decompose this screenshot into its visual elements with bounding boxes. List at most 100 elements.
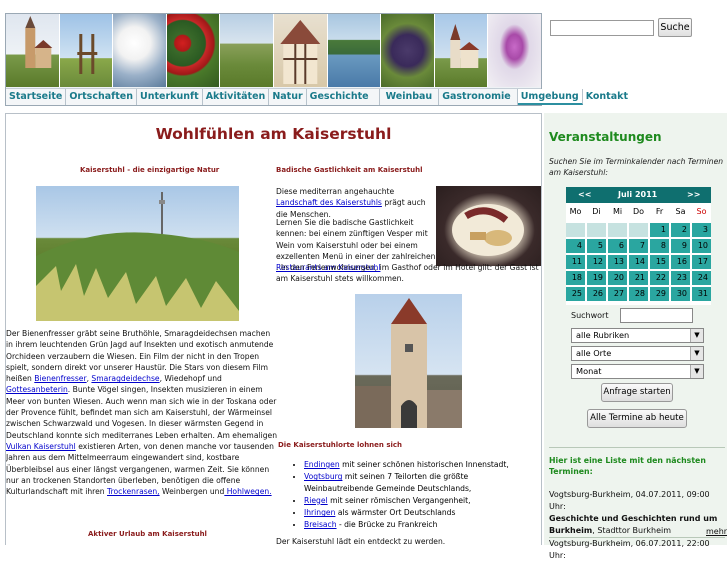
zeitraum-select[interactable]: Monat ▼ xyxy=(571,364,704,379)
orte-select-value: alle Orte xyxy=(576,348,612,358)
calendar-weekday: Mo xyxy=(569,207,582,216)
anfrage-starten-button[interactable]: Anfrage starten xyxy=(601,383,673,402)
calendar-day[interactable]: 15 xyxy=(650,255,669,269)
calendar-day[interactable]: 11 xyxy=(566,255,585,269)
photo-chapel xyxy=(434,14,489,87)
link-trockenrasen[interactable]: Trockenrasen, xyxy=(107,487,160,496)
calendar-day[interactable]: 7 xyxy=(629,239,648,253)
calendar-day[interactable]: 29 xyxy=(650,287,669,301)
calendar-prev-month[interactable]: << xyxy=(578,190,591,199)
calendar-day[interactable]: 22 xyxy=(650,271,669,285)
link-vogtsburg[interactable]: Vogtsburg xyxy=(304,472,342,481)
photo-chair xyxy=(59,14,114,87)
natur-paragraph: Der Bienenfresser gräbt seine Bruthöhle,… xyxy=(6,329,278,497)
chevron-down-icon: ▼ xyxy=(690,347,703,360)
sidebar-divider xyxy=(549,447,725,448)
main-content: Wohlfühlen am Kaiserstuhl Kaiserstuhl - … xyxy=(5,113,542,545)
photo-kaiserstuhl-landscape xyxy=(36,186,239,321)
calendar-day[interactable]: 18 xyxy=(566,271,585,285)
nav-aktivitaeten[interactable]: Aktivitäten xyxy=(203,89,270,105)
calendar-next-month[interactable]: >> xyxy=(687,190,700,199)
calendar-day[interactable]: 24 xyxy=(692,271,711,285)
calendar-day[interactable]: 28 xyxy=(629,287,648,301)
calendar-day[interactable]: 13 xyxy=(608,255,627,269)
rubrik-select[interactable]: alle Rubriken ▼ xyxy=(571,328,704,343)
header-banner: Startseite Ortschaften Unterkunft Aktivi… xyxy=(5,13,628,106)
link-smaragdeidechse[interactable]: Smaragdeidechse xyxy=(91,374,159,383)
event-item: Vogtsburg-Burkheim, 04.07.2011, 09:00 Uh… xyxy=(549,490,718,535)
photo-church xyxy=(6,14,60,87)
calendar-day[interactable]: 25 xyxy=(566,287,585,301)
calendar-day[interactable]: 2 xyxy=(671,223,690,237)
calendar-day[interactable]: 20 xyxy=(608,271,627,285)
calendar-day[interactable]: 19 xyxy=(587,271,606,285)
section-heading-gastlichkeit: Badische Gastlichkeit am Kaiserstuhl xyxy=(276,166,423,174)
termine-list-heading: Hier ist eine Liste mit den nächsten Ter… xyxy=(549,456,706,476)
calendar-weekday: So xyxy=(696,207,707,216)
calendar-day[interactable]: 31 xyxy=(692,287,711,301)
photo-timbered-house xyxy=(273,14,328,87)
suchwort-input[interactable] xyxy=(620,308,693,323)
link-breisach[interactable]: Breisach xyxy=(304,520,337,529)
photo-grapes xyxy=(381,14,435,87)
nav-weinbau[interactable]: Weinbau xyxy=(380,89,440,105)
orte-select[interactable]: alle Orte ▼ xyxy=(571,346,704,361)
calendar-day[interactable]: 6 xyxy=(608,239,627,253)
gastlichkeit-paragraph-cont: . In den Ferienwohnungen, im Gasthof ode… xyxy=(276,263,539,284)
list-item: Ihringen als wärmster Ort Deutschlands xyxy=(304,507,540,518)
calendar-weekday: Di xyxy=(592,207,601,216)
link-vulkan-kaiserstuhl[interactable]: Vulkan Kaiserstuhl xyxy=(6,442,76,451)
photo-vesper-plate xyxy=(436,186,541,266)
search-input[interactable] xyxy=(550,20,654,36)
photo-orchid xyxy=(488,14,541,87)
nav-kontakt[interactable]: Kontakt xyxy=(583,89,631,105)
link-endingen[interactable]: Endingen xyxy=(304,460,340,469)
chevron-down-icon: ▼ xyxy=(690,365,703,378)
calendar-day[interactable]: 9 xyxy=(671,239,690,253)
calendar-day[interactable]: 16 xyxy=(671,255,690,269)
link-ihringen[interactable]: Ihringen xyxy=(304,508,335,517)
calendar-weekday: Sa xyxy=(675,207,686,216)
nav-geschichte[interactable]: Geschichte xyxy=(307,89,380,105)
nav-ortschaften[interactable]: Ortschaften xyxy=(66,89,138,105)
nav-unterkunft[interactable]: Unterkunft xyxy=(137,89,203,105)
link-gottesanbeterin[interactable]: Gottesanbeterin xyxy=(6,385,68,394)
calendar-weekday: Fr xyxy=(655,207,664,216)
nav-umgebung[interactable]: Umgebung xyxy=(517,89,583,105)
link-riegel[interactable]: Riegel xyxy=(304,496,328,505)
photo-strip xyxy=(6,14,541,87)
event-calendar: << Juli 2011 >> Mo Di Mi Do Fr Sa So 1 2 3 4 5 6 7 8 9 1… xyxy=(566,187,711,305)
link-bienenfresser[interactable]: Bienenfresser xyxy=(34,374,86,383)
list-item: Vogtsburg mit seinen 7 Teilorten die grö… xyxy=(304,471,540,494)
zeitraum-select-value: Monat xyxy=(576,366,602,376)
calendar-day[interactable]: 1 xyxy=(650,223,669,237)
calendar-day[interactable]: 26 xyxy=(587,287,606,301)
search-button[interactable]: Suche xyxy=(658,18,692,37)
nav-gastronomie[interactable]: Gastronomie xyxy=(439,89,518,105)
calendar-day[interactable]: 3 xyxy=(692,223,711,237)
link-hohlwegen[interactable]: Hohlwegen. xyxy=(224,487,272,496)
calendar-day[interactable]: 10 xyxy=(692,239,711,253)
section-heading-aktiv: Aktiver Urlaub am Kaiserstuhl xyxy=(88,530,207,538)
link-landschaft-kaiserstuhl[interactable]: Landschaft des Kaiserstuhls xyxy=(276,198,382,207)
nav-natur[interactable]: Natur xyxy=(269,89,307,105)
alle-termine-button[interactable]: Alle Termine ab heute xyxy=(587,409,687,428)
calendar-day[interactable]: 21 xyxy=(629,271,648,285)
photo-vineyard xyxy=(220,14,274,87)
list-item: Breisach - die Brücke zu Frankreich xyxy=(304,519,540,530)
calendar-day[interactable]: 5 xyxy=(587,239,606,253)
chevron-down-icon: ▼ xyxy=(690,329,703,342)
calendar-day[interactable]: 17 xyxy=(692,255,711,269)
calendar-day[interactable]: 27 xyxy=(608,287,627,301)
calendar-day[interactable]: 12 xyxy=(587,255,606,269)
calendar-day[interactable]: 4 xyxy=(566,239,585,253)
gastlichkeit-intro: Diese mediterran angehauchte Landschaft … xyxy=(276,187,426,219)
calendar-weekday: Do xyxy=(632,207,645,216)
calendar-day[interactable]: 14 xyxy=(629,255,648,269)
calendar-empty-cell xyxy=(608,223,627,237)
calendar-weekday: Mi xyxy=(612,207,623,216)
calendar-day[interactable]: 30 xyxy=(671,287,690,301)
calendar-day[interactable]: 8 xyxy=(650,239,669,253)
nav-startseite[interactable]: Startseite xyxy=(6,89,67,105)
calendar-day[interactable]: 23 xyxy=(671,271,690,285)
